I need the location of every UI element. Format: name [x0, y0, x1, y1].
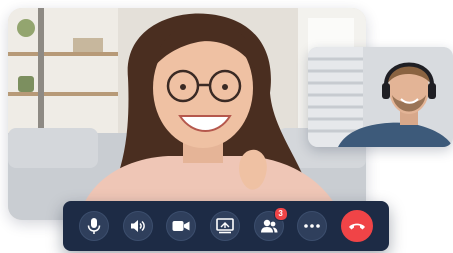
phone-hangup-icon	[348, 223, 365, 230]
speaker-button[interactable]	[122, 211, 153, 241]
screen-share-icon	[216, 218, 234, 234]
video-call-window: 3	[0, 0, 453, 253]
speaker-icon	[130, 220, 145, 232]
call-control-bar: 3	[63, 201, 389, 251]
more-options-button[interactable]	[297, 211, 328, 241]
camera-button[interactable]	[166, 211, 197, 241]
pip-video-feed[interactable]	[308, 47, 453, 147]
pip-participant-image	[308, 47, 453, 147]
participants-button[interactable]: 3	[253, 207, 288, 241]
video-camera-icon	[172, 221, 190, 231]
microphone-button[interactable]	[79, 211, 109, 241]
screen-share-button[interactable]	[209, 211, 240, 241]
participants-icon	[260, 219, 278, 233]
more-dots-icon	[304, 224, 321, 228]
microphone-icon	[87, 218, 101, 234]
end-call-button[interactable]	[340, 210, 373, 242]
participants-count-badge: 3	[273, 207, 288, 221]
